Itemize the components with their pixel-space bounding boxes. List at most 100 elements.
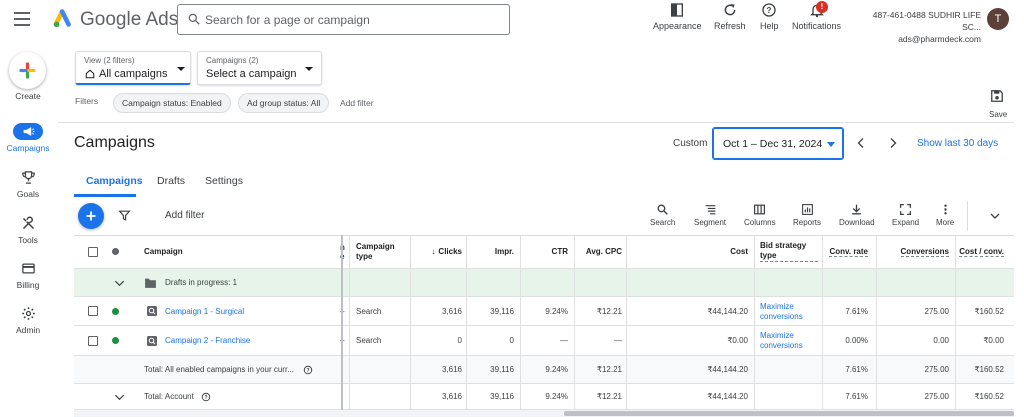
chevron-left-icon[interactable] <box>855 137 867 149</box>
tab-settings[interactable]: Settings <box>205 175 243 187</box>
column-divider <box>466 235 467 410</box>
more-tool-label: More <box>936 218 955 227</box>
avatar[interactable]: T <box>987 8 1009 30</box>
ctr-cell: — <box>560 336 568 345</box>
column-divider <box>574 235 575 410</box>
header-ctr[interactable]: CTR <box>520 235 568 268</box>
row-checkbox[interactable] <box>88 335 98 346</box>
help-label: Help <box>760 21 779 31</box>
conv-rate-cell: 7.61% <box>845 365 868 374</box>
header-campaign[interactable]: Campaign <box>144 235 183 268</box>
row-checkbox[interactable] <box>88 306 98 316</box>
top-bar: Google Ads Search for a page or campaign… <box>0 0 1024 45</box>
search-icon <box>188 13 200 25</box>
horizontal-scrollbar[interactable] <box>74 410 1014 417</box>
bid-strategy-line2: conversions <box>760 312 803 321</box>
header-conv-rate[interactable]: Conv. rate <box>829 247 868 257</box>
tools-icon <box>22 216 34 230</box>
nav-item-campaigns[interactable]: Campaigns <box>0 123 56 153</box>
frozen-column-divider <box>341 235 343 410</box>
date-range-picker[interactable]: Oct 1 – Dec 31, 2024 <box>712 127 844 160</box>
nav-item-admin[interactable]: Admin <box>0 305 56 335</box>
header-avg-cpc[interactable]: Avg. CPC <box>574 235 622 268</box>
nav-item-billing[interactable]: Billing <box>0 260 56 290</box>
columns-tool[interactable]: Columns <box>744 203 776 227</box>
help-icon[interactable]: ? <box>201 392 211 402</box>
header-impr[interactable]: Impr. <box>466 235 514 268</box>
drafts-row[interactable]: Drafts in progress: 1 <box>74 269 1014 297</box>
account-email: ads@pharmdeck.com <box>898 34 981 44</box>
add-campaign-button[interactable] <box>78 203 104 229</box>
nav-admin-label: Admin <box>15 325 41 335</box>
avg-cpc-cell: ₹12.21 <box>596 306 622 316</box>
show-last-30-days-link[interactable]: Show last 30 days <box>917 138 998 149</box>
nav-tools-label: Tools <box>18 235 38 245</box>
scrollbar-thumb[interactable] <box>564 411 1014 416</box>
total-account-label: Total: Account <box>144 392 194 401</box>
account-info[interactable]: 487-461-0488 SUDHIR LIFE SC... ads@pharm… <box>858 9 981 45</box>
add-filter-link[interactable]: Add filter <box>340 98 374 108</box>
conversions-cell: 0.00 <box>933 336 949 345</box>
header-bid-strategy[interactable]: Bid strategy type <box>760 241 818 262</box>
chevron-down-icon[interactable] <box>989 210 1001 222</box>
conversions-cell: 275.00 <box>924 306 949 316</box>
impr-cell: 39,116 <box>490 365 514 374</box>
more-tool[interactable]: More <box>936 203 954 227</box>
nav-goals-label: Goals <box>16 189 40 199</box>
status-enabled-dot <box>112 307 119 315</box>
save-icon[interactable] <box>990 89 1004 103</box>
conversions-cell: 275.00 <box>924 365 949 374</box>
conv-rate-cell: 7.61% <box>845 392 868 401</box>
clicks-cell: 3,616 <box>441 392 462 401</box>
filter-chip-campaign-status[interactable]: Campaign status: Enabled <box>113 93 231 113</box>
notifications-label: Notifications <box>792 21 842 31</box>
select-all-checkbox[interactable] <box>88 246 98 257</box>
view-selector[interactable]: View (2 filters) All campaigns <box>75 51 191 85</box>
create-button[interactable] <box>9 52 46 89</box>
filter-chip-ad-group-status[interactable]: Ad group status: All <box>238 93 330 113</box>
help-icon[interactable]: ? <box>303 365 313 375</box>
campaign-name-link[interactable]: Campaign 1 - Surgical <box>165 297 244 325</box>
search-campaign-icon <box>147 306 157 316</box>
tab-campaigns[interactable]: Campaigns <box>86 175 143 187</box>
search-input[interactable]: Search for a page or campaign <box>177 4 510 35</box>
bid-strategy-link[interactable]: Maximize conversions <box>760 331 803 351</box>
bid-strategy-line1: Maximize <box>760 331 794 340</box>
notifications-button[interactable]: Notifications ! <box>792 1 842 31</box>
header-clicks[interactable]: ↓ Clicks <box>414 235 462 268</box>
nav-item-tools[interactable]: Tools <box>0 215 56 245</box>
search-tool[interactable]: Search <box>650 203 675 227</box>
segment-tool[interactable]: Segment <box>694 203 726 227</box>
nav-campaigns-label: Campaigns <box>6 143 50 153</box>
chevron-right-icon[interactable] <box>887 137 899 149</box>
menu-icon[interactable] <box>14 12 30 26</box>
add-filter-toolbar[interactable]: Add filter <box>165 210 204 221</box>
campaign-name-link[interactable]: Campaign 2 - Franchise <box>165 326 250 355</box>
search-tool-label: Search <box>650 218 676 227</box>
ctr-cell: 9.24% <box>545 365 568 374</box>
chevron-down-icon <box>305 67 313 71</box>
filter-icon[interactable] <box>118 209 131 222</box>
table-row: Campaign 2 - Franchise – Search 0 0 — — … <box>74 326 1014 356</box>
campaign-selector[interactable]: Campaigns (2) Select a campaign <box>197 51 322 85</box>
download-tool[interactable]: Download <box>839 203 875 227</box>
tab-drafts[interactable]: Drafts <box>157 175 185 187</box>
header-campaign-type[interactable]: Campaign type <box>356 235 406 268</box>
reports-tool-label: Reports <box>793 218 822 227</box>
date-range-value: Oct 1 – Dec 31, 2024 <box>723 138 823 150</box>
chevron-down-icon[interactable] <box>114 278 125 289</box>
chevron-down-icon <box>827 142 835 147</box>
refresh-icon <box>724 4 736 16</box>
header-conversions[interactable]: Conversions <box>900 247 949 257</box>
reports-tool[interactable]: Reports <box>793 203 821 227</box>
refresh-button[interactable]: Refresh <box>714 2 746 31</box>
appearance-button[interactable]: Appearance <box>653 2 702 31</box>
bid-strategy-link[interactable]: Maximize conversions <box>760 302 803 322</box>
help-button[interactable]: ? Help <box>760 2 779 31</box>
expand-tool[interactable]: Expand <box>892 203 919 227</box>
chevron-down-icon[interactable] <box>114 392 125 403</box>
nav-item-goals[interactable]: Goals <box>0 169 56 199</box>
header-cost-conv[interactable]: Cost / conv. <box>959 247 1004 257</box>
impr-cell: 39,116 <box>490 306 514 316</box>
header-cost[interactable]: Cost <box>674 235 748 268</box>
